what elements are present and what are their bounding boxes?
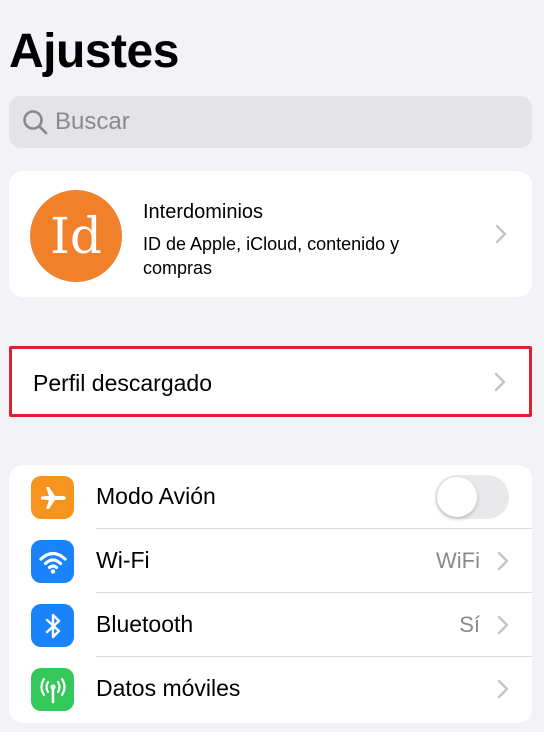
search-icon <box>23 110 48 135</box>
settings-item-airplane-mode[interactable]: Modo Avión <box>9 465 532 529</box>
chevron-right-icon <box>497 679 509 699</box>
chevron-right-icon <box>494 372 506 392</box>
wifi-icon <box>31 540 74 583</box>
airplane-mode-toggle[interactable] <box>435 475 509 519</box>
chevron-right-icon <box>495 224 507 244</box>
wifi-value: WiFi <box>436 548 480 573</box>
search-placeholder: Buscar <box>55 108 130 135</box>
settings-item-wifi[interactable]: Wi-Fi WiFi <box>9 529 532 593</box>
bluetooth-value: Sí <box>459 612 480 637</box>
chevron-right-icon <box>497 551 509 571</box>
settings-item-bluetooth[interactable]: Bluetooth Sí <box>9 593 532 657</box>
account-name: Interdominios <box>143 201 264 223</box>
chevron-right-icon <box>497 615 509 635</box>
settings-item-label: Modo Avión <box>96 483 216 509</box>
avatar: Id <box>30 190 122 282</box>
settings-item-label: Datos móviles <box>96 675 241 701</box>
settings-item-label: Bluetooth <box>96 611 194 637</box>
airplane-icon <box>31 476 74 519</box>
settings-item-mobile-data[interactable]: Datos móviles <box>9 657 532 721</box>
account-subtitle: ID de Apple, iCloud, contenido y compras <box>143 234 400 278</box>
downloaded-profile-row[interactable]: Perfil descargado <box>9 346 532 417</box>
settings-item-label: Wi-Fi <box>96 547 150 573</box>
settings-group: Modo Avión Wi-Fi WiFi Bluetooth Sí Datos… <box>9 465 532 723</box>
page-title: Ajustes <box>9 25 179 78</box>
bluetooth-icon <box>31 604 74 647</box>
profile-label: Perfil descargado <box>33 370 212 396</box>
antenna-icon <box>31 668 74 711</box>
toggle-knob <box>437 477 477 517</box>
apple-id-card[interactable]: Id Interdominios ID de Apple, iCloud, co… <box>9 171 532 297</box>
search-bar[interactable]: Buscar <box>9 96 532 148</box>
